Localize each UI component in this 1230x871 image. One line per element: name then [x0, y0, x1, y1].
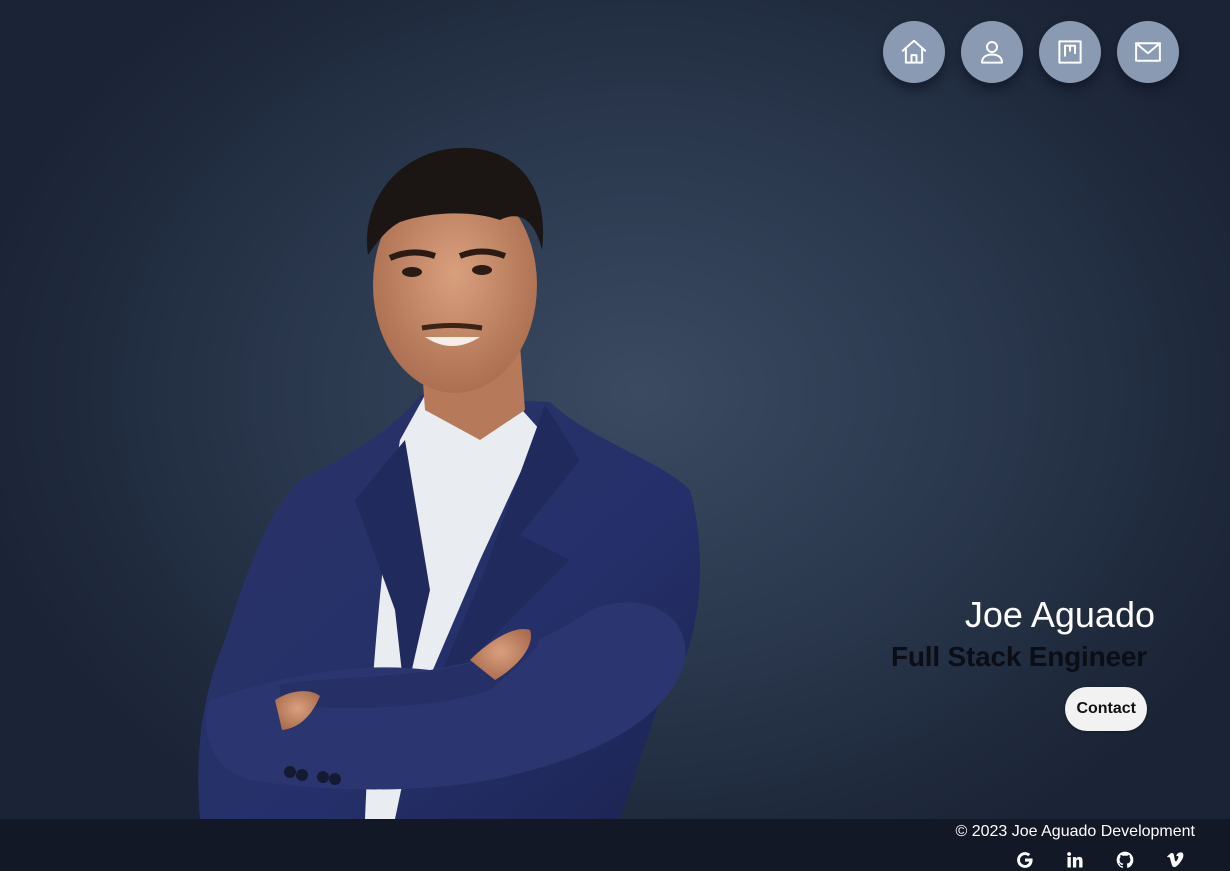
nav-about-button[interactable] — [961, 21, 1023, 83]
mail-icon — [1135, 42, 1161, 62]
contact-button[interactable]: Contact — [1065, 687, 1147, 731]
vimeo-icon — [1167, 852, 1184, 868]
github-icon — [1116, 851, 1134, 868]
home-icon — [901, 39, 927, 64]
hero-name: Joe Aguado — [964, 594, 1155, 635]
linkedin-link[interactable] — [1064, 849, 1086, 871]
nav-contact-button[interactable] — [1117, 21, 1179, 83]
social-links — [1014, 849, 1186, 871]
google-link[interactable] — [1014, 849, 1036, 871]
footer: © 2023 Joe Aguado Development — [0, 819, 1230, 871]
profile-photo — [190, 140, 710, 819]
user-icon — [981, 41, 1003, 64]
projects-icon — [1058, 40, 1082, 64]
vimeo-link[interactable] — [1164, 849, 1186, 871]
hero-title: Full Stack Engineer — [890, 641, 1147, 672]
top-nav — [883, 21, 1179, 83]
linkedin-icon — [1067, 852, 1083, 868]
nav-home-button[interactable] — [883, 21, 945, 83]
copyright-text: © 2023 Joe Aguado Development — [955, 823, 1195, 840]
github-link[interactable] — [1114, 849, 1136, 871]
nav-projects-button[interactable] — [1039, 21, 1101, 83]
google-icon — [1017, 852, 1033, 868]
